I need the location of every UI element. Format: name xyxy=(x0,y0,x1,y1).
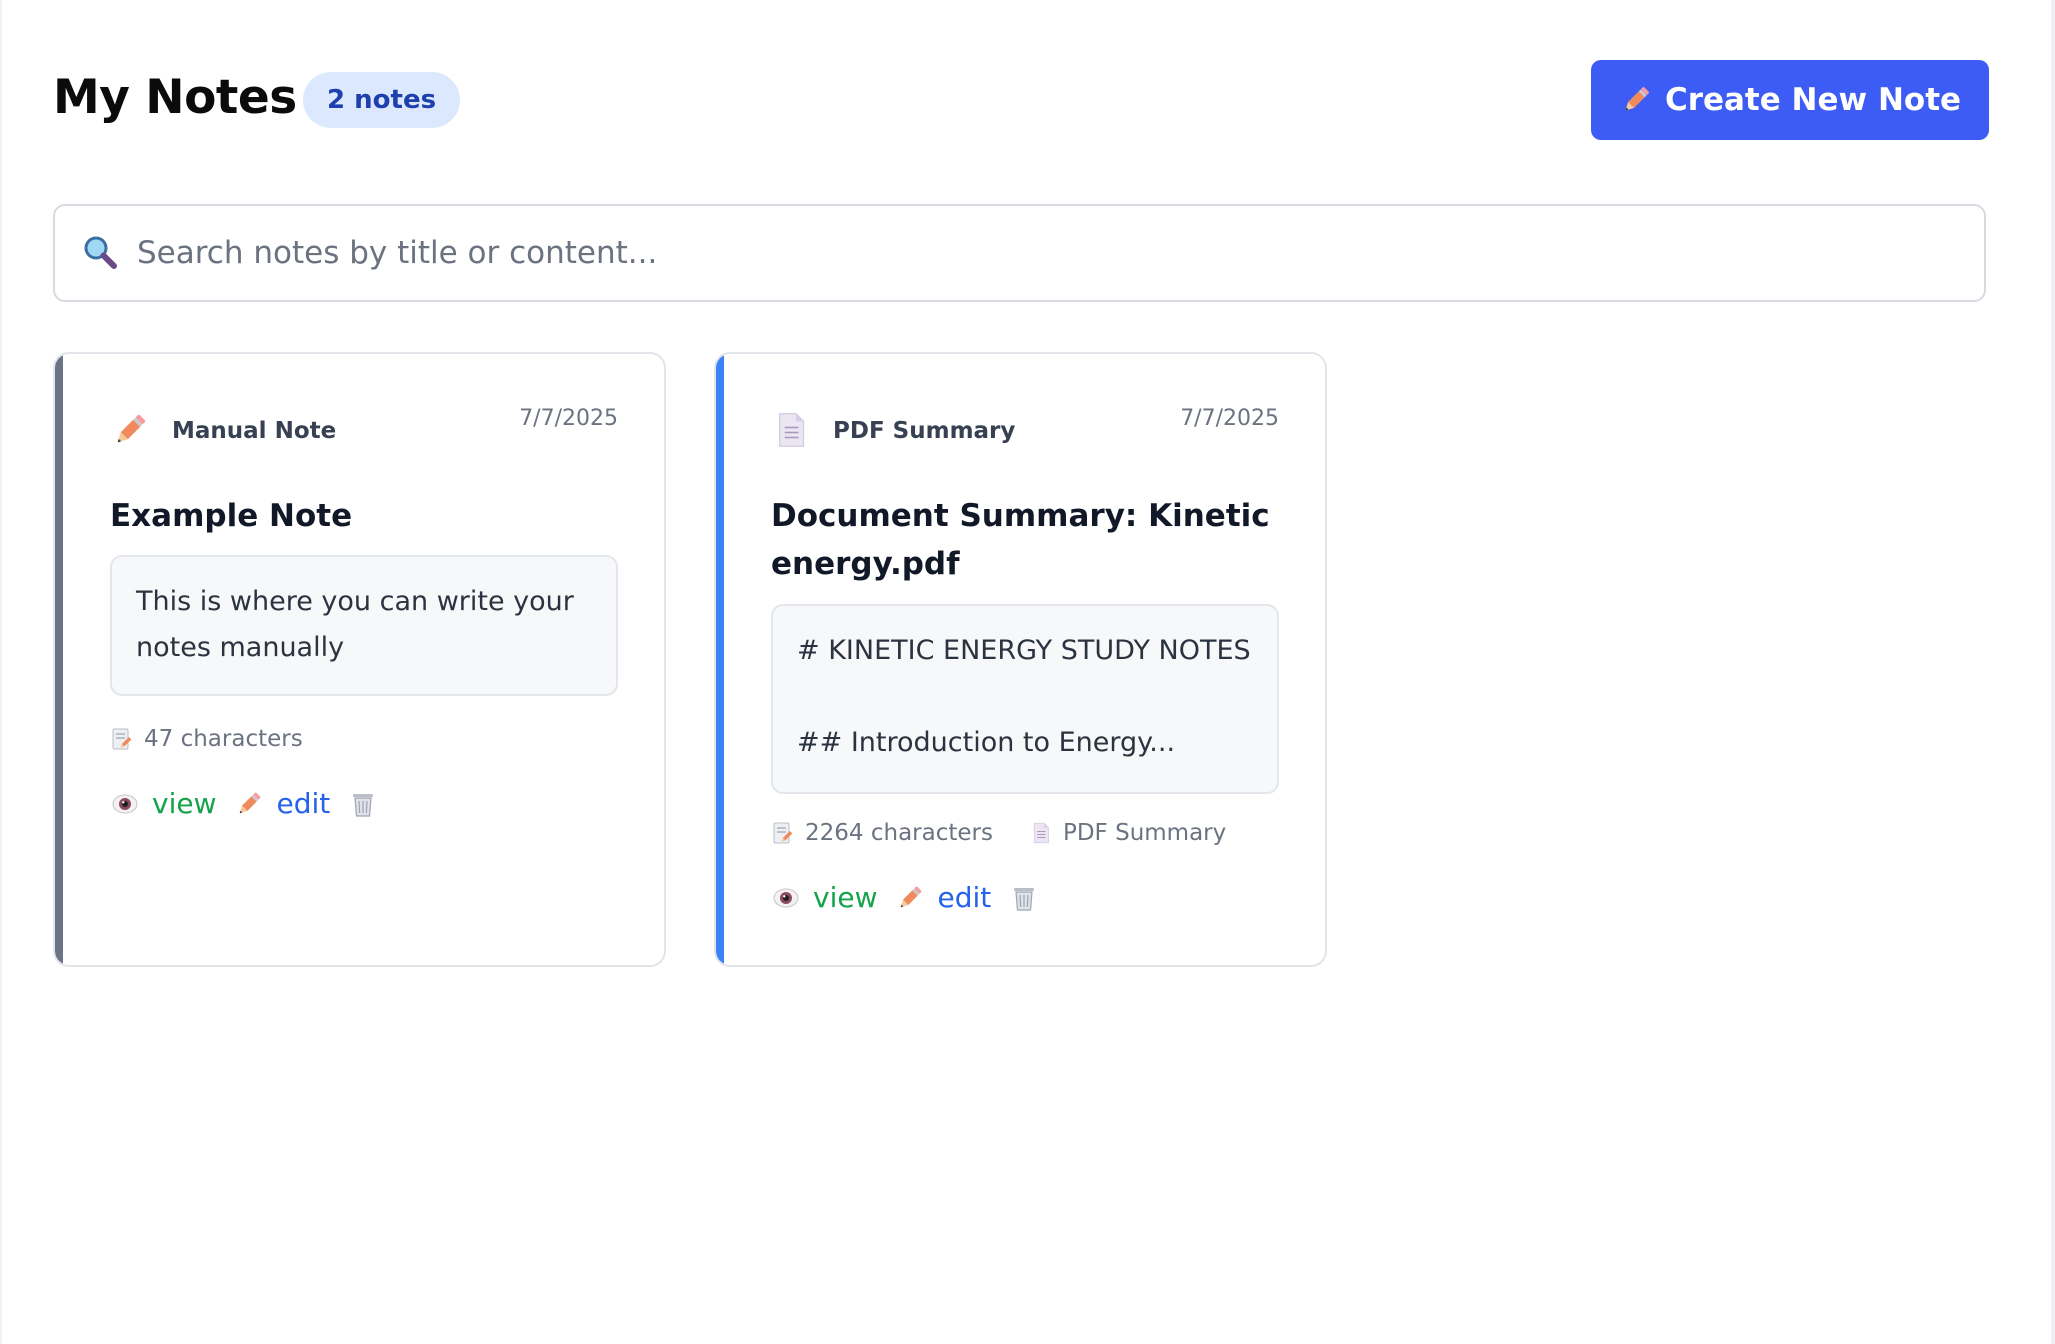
char-count: 2264 characters xyxy=(771,820,993,846)
view-button[interactable]: view xyxy=(771,881,877,914)
document-icon xyxy=(1033,822,1049,844)
note-type-label: Manual Note xyxy=(172,418,337,444)
note-content-preview: This is where you can write your notes m… xyxy=(110,555,618,696)
pencil-icon xyxy=(117,414,146,443)
source-label-text: PDF Summary xyxy=(1062,820,1227,846)
pencil-icon xyxy=(1625,87,1649,111)
trash-icon xyxy=(353,793,374,817)
pencil-icon xyxy=(901,886,922,907)
page-header: My Notes 2 notes Create New Note xyxy=(53,60,1989,140)
note-date: 7/7/2025 xyxy=(519,406,618,431)
note-meta: 2264 characters PDF Summary xyxy=(771,820,1279,846)
note-content-preview: # KINETIC ENERGY STUDY NOTES ## Introduc… xyxy=(771,604,1279,794)
note-title: Example Note xyxy=(110,498,353,534)
note-card-header: Manual Note 7/7/2025 xyxy=(110,404,618,454)
edit-button[interactable]: edit xyxy=(234,787,330,820)
note-actions: view edit xyxy=(771,881,1069,914)
note-meta: 47 characters xyxy=(110,726,618,752)
note-title: Document Summary: Kinetic energy.pdf xyxy=(771,498,1270,582)
note-card-header: PDF Summary 7/7/2025 xyxy=(771,404,1279,454)
memo-icon xyxy=(112,728,132,750)
view-label: view xyxy=(813,881,878,914)
eye-icon xyxy=(773,888,799,907)
eye-icon xyxy=(112,794,138,813)
view-button[interactable]: view xyxy=(110,787,216,820)
source-label: PDF Summary xyxy=(1029,820,1226,846)
create-button-label: Create New Note xyxy=(1664,82,1962,118)
char-count-text: 2264 characters xyxy=(805,820,993,846)
note-type-label: PDF Summary xyxy=(833,418,1016,444)
delete-button[interactable] xyxy=(348,789,390,819)
note-date: 7/7/2025 xyxy=(1180,406,1279,431)
viewport-left-edge xyxy=(0,0,2,1344)
delete-button[interactable] xyxy=(1009,883,1051,913)
char-count-text: 47 characters xyxy=(144,726,303,752)
document-icon xyxy=(779,413,805,447)
magnifier-icon xyxy=(84,236,117,269)
edit-label: edit xyxy=(276,787,331,820)
char-count: 47 characters xyxy=(110,726,303,752)
edit-button[interactable]: edit xyxy=(895,881,991,914)
search-input[interactable] xyxy=(135,234,1984,272)
notes-count-badge: 2 notes xyxy=(303,72,461,128)
note-card-manual[interactable]: Manual Note 7/7/2025 Example Note This i… xyxy=(53,352,666,967)
memo-icon xyxy=(773,822,793,844)
page-title: My Notes xyxy=(53,70,297,125)
view-label: view xyxy=(152,787,217,820)
trash-icon xyxy=(1014,887,1035,911)
note-card-pdf[interactable]: PDF Summary 7/7/2025 Document Summary: K… xyxy=(714,352,1327,967)
note-actions: view edit xyxy=(110,787,408,820)
edit-label: edit xyxy=(937,881,992,914)
scrollbar-track[interactable] xyxy=(2051,0,2055,1344)
create-new-note-button[interactable]: Create New Note xyxy=(1591,60,1989,140)
pencil-icon xyxy=(240,792,261,813)
search-bar[interactable] xyxy=(53,204,1986,302)
